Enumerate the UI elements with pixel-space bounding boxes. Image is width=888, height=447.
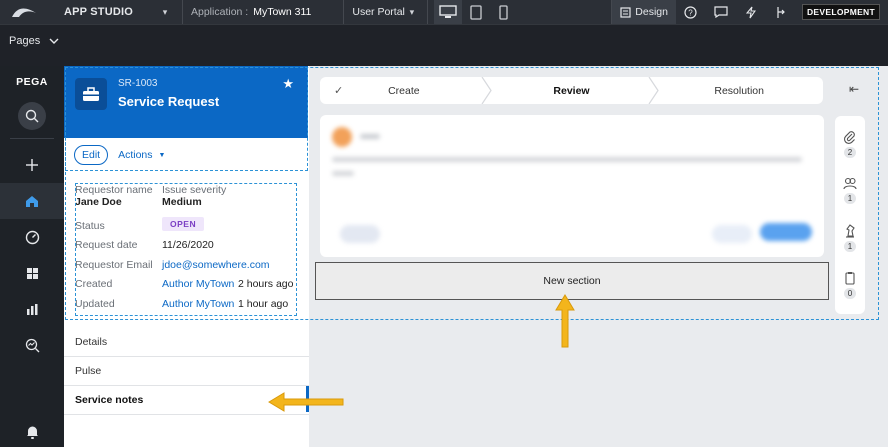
created-label: Created xyxy=(75,278,113,290)
assignment-card-blurred xyxy=(320,115,824,257)
attachments-count: 2 xyxy=(844,147,856,158)
status-label: Status xyxy=(75,220,105,232)
case-title: Service Request xyxy=(118,94,220,109)
app-studio-title: APP STUDIO xyxy=(64,6,134,18)
main-work-area: ✓ Create Review Resolution ⇤ New section xyxy=(309,66,888,447)
desktop-preview-icon[interactable] xyxy=(433,0,462,24)
case-actions-row: Edit Actions ▼ xyxy=(64,140,308,170)
help-icon[interactable]: ? xyxy=(676,0,706,24)
stage-review[interactable]: Review xyxy=(488,77,660,104)
attachments-utility[interactable]: 2 xyxy=(835,130,865,158)
chess-piece-icon xyxy=(846,224,855,238)
case-stages: ✓ Create Review Resolution xyxy=(320,77,823,104)
check-icon: ✓ xyxy=(334,85,344,97)
notifications-bell-icon[interactable] xyxy=(0,425,64,439)
star-icon[interactable]: ★ xyxy=(282,76,294,92)
status-value: OPEN xyxy=(162,217,205,231)
environment-badge: DEVELOPMENT xyxy=(801,4,880,20)
pages-bar: Pages xyxy=(0,24,888,56)
home-icon[interactable] xyxy=(0,183,64,219)
issue-severity-label: Issue severity xyxy=(162,184,227,196)
design-label: Design xyxy=(635,6,668,18)
utilities-panel: 2 1 1 0 xyxy=(835,116,865,314)
followers-utility[interactable]: 1 xyxy=(835,177,865,204)
chevron-down-icon[interactable] xyxy=(49,38,59,44)
left-navigation: PEGA xyxy=(0,66,64,447)
case-id: SR-1003 xyxy=(118,78,158,89)
requestor-name-value: Jane Doe xyxy=(75,196,122,208)
up-arrow-callout xyxy=(555,294,575,348)
comments-icon[interactable] xyxy=(706,0,736,24)
clipboard-icon xyxy=(845,272,855,285)
request-date-label: Request date xyxy=(75,239,138,251)
new-section-label: New section xyxy=(543,275,601,287)
briefcase-icon xyxy=(75,78,107,110)
followers-icon xyxy=(843,177,857,190)
paperclip-icon xyxy=(844,131,855,144)
stakeholders-utility[interactable]: 1 xyxy=(835,224,865,252)
apps-grid-icon[interactable] xyxy=(0,255,64,291)
tablet-preview-icon[interactable] xyxy=(462,0,490,24)
stage-label: Resolution xyxy=(714,84,764,97)
portal-selector[interactable]: User Portal ▾ xyxy=(344,0,427,24)
caret-down-icon: ▼ xyxy=(158,151,166,159)
design-mode-button[interactable]: Design xyxy=(612,0,676,24)
actions-label: Actions xyxy=(118,149,153,161)
case-header: SR-1003 Service Request ★ xyxy=(64,66,308,138)
portal-name: User Portal xyxy=(352,6,405,18)
stage-create[interactable]: ✓ Create xyxy=(320,77,492,104)
top-bar: APP STUDIO ▾ Application : MyTown 311 Us… xyxy=(0,0,888,24)
stakeholders-count: 1 xyxy=(844,241,856,252)
left-arrow-callout xyxy=(268,392,344,412)
svg-text:?: ? xyxy=(689,8,694,17)
application-selector[interactable]: Application : MyTown 311 xyxy=(183,0,319,24)
canvas-gutter xyxy=(0,56,888,66)
updated-time: 1 hour ago xyxy=(238,298,289,310)
dashboard-gauge-icon[interactable] xyxy=(0,219,64,255)
status-badge: OPEN xyxy=(162,217,205,231)
chevron-down-icon[interactable]: ▾ xyxy=(158,7,172,18)
requestor-email-label: Requestor Email xyxy=(75,259,153,271)
tab-details[interactable]: Details xyxy=(64,328,309,357)
edit-button[interactable]: Edit xyxy=(74,145,109,165)
followers-count: 1 xyxy=(844,193,856,204)
application-name: MyTown 311 xyxy=(253,6,312,18)
insights-icon[interactable] xyxy=(0,327,64,363)
updated-label: Updated xyxy=(75,298,115,310)
created-time: 2 hours ago xyxy=(238,278,294,290)
requestor-email-link[interactable]: jdoe@somewhere.com xyxy=(162,259,270,271)
stage-label: Review xyxy=(553,84,590,97)
search-icon[interactable] xyxy=(18,102,46,130)
design-icon xyxy=(620,6,631,18)
mobile-preview-icon[interactable] xyxy=(490,0,518,24)
application-label: Application : xyxy=(191,6,249,18)
collapse-panel-icon[interactable]: ⇤ xyxy=(849,82,859,96)
branch-icon[interactable] xyxy=(766,0,796,24)
pages-menu[interactable]: Pages xyxy=(9,35,40,47)
tasks-utility[interactable]: 0 xyxy=(835,271,865,299)
pega-brand: PEGA xyxy=(16,76,48,88)
stage-label: Create xyxy=(388,84,420,97)
stage-resolution[interactable]: Resolution xyxy=(655,77,823,104)
created-by-link[interactable]: Author MyTown xyxy=(162,278,234,290)
case-summary-panel: SR-1003 Service Request ★ Edit Actions ▼… xyxy=(64,66,309,447)
blurred-content xyxy=(320,115,824,257)
updated-by-link[interactable]: Author MyTown xyxy=(162,298,234,310)
divider xyxy=(426,0,428,24)
lightning-icon[interactable] xyxy=(736,0,766,24)
divider xyxy=(10,138,54,139)
reports-bar-chart-icon[interactable] xyxy=(0,291,64,327)
tasks-count: 0 xyxy=(844,288,856,299)
issue-severity-value: Medium xyxy=(162,196,202,208)
request-date-value: 11/26/2020 xyxy=(162,239,214,251)
app-studio-logo-icon[interactable] xyxy=(0,0,48,24)
actions-menu[interactable]: Actions ▼ xyxy=(118,149,165,161)
requestor-name-label: Requestor name xyxy=(75,184,153,196)
create-plus-icon[interactable] xyxy=(0,147,64,183)
tab-pulse[interactable]: Pulse xyxy=(64,357,309,386)
chevron-down-icon: ▾ xyxy=(409,6,415,17)
case-details: Requestor name Jane Doe Issue severity M… xyxy=(75,183,297,316)
